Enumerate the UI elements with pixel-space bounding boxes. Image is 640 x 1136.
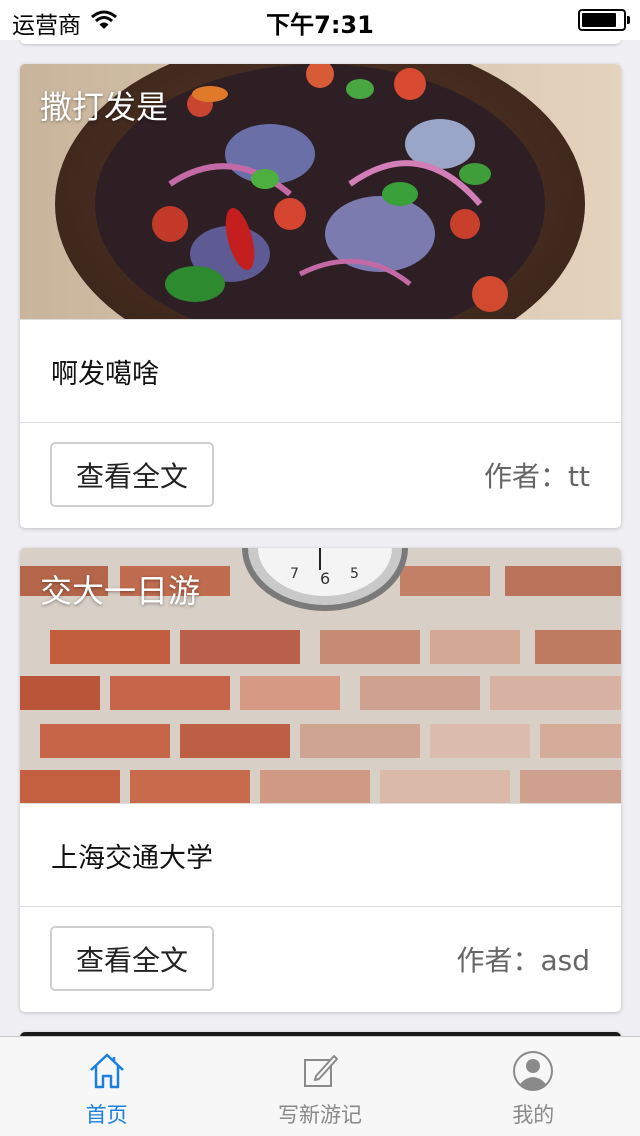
tab-write-new[interactable]: 写新游记 (213, 1037, 426, 1136)
author-label: 作者：tt (484, 460, 590, 493)
card-overlay-title: 交大一日游 (40, 572, 201, 610)
travel-card: 撒打发是 啊发噶啥 查看全文 作者：tt (20, 64, 621, 528)
compose-icon (300, 1049, 340, 1093)
card-overlay-title: 撒打发是 (40, 88, 169, 126)
tab-label: 我的 (512, 1103, 555, 1127)
tab-label: 写新游记 (277, 1103, 362, 1127)
read-full-text-button[interactable]: 查看全文 (50, 442, 214, 507)
svg-text:5: 5 (350, 566, 359, 582)
battery-icon (578, 9, 630, 31)
tab-profile[interactable]: 我的 (427, 1037, 640, 1136)
card-cover-image[interactable]: 撒打发是 (20, 64, 621, 320)
read-full-text-button[interactable]: 查看全文 (50, 926, 214, 991)
card-footer: 查看全文 作者：tt (20, 423, 621, 527)
card-footer: 查看全文 作者：asd (20, 907, 621, 1011)
card-cover-image[interactable]: 6 7 5 交大一日游 (20, 548, 621, 804)
svg-text:6: 6 (320, 569, 330, 588)
svg-text:7: 7 (290, 566, 299, 582)
author-label: 作者：asd (456, 944, 590, 977)
card-summary: 啊发噶啥 (20, 320, 621, 423)
profile-icon (512, 1049, 554, 1093)
tab-bar: 首页 写新游记 我的 (0, 1036, 640, 1136)
home-icon (87, 1049, 127, 1093)
tab-label: 首页 (85, 1103, 128, 1127)
travel-card: 6 7 5 交大一日游 上海交通大学 查看全文 作者：asd (20, 548, 621, 1012)
tab-home[interactable]: 首页 (0, 1037, 213, 1136)
status-time: 下午7:31 (266, 11, 374, 39)
card-summary: 上海交通大学 (20, 804, 621, 907)
feed-scroll-view[interactable]: 撒打发是 啊发噶啥 查看全文 作者：tt 6 7 5 交大一日游 上海交通大学 … (0, 0, 640, 1136)
status-bar: 运营商 下午7:31 (0, 0, 640, 40)
